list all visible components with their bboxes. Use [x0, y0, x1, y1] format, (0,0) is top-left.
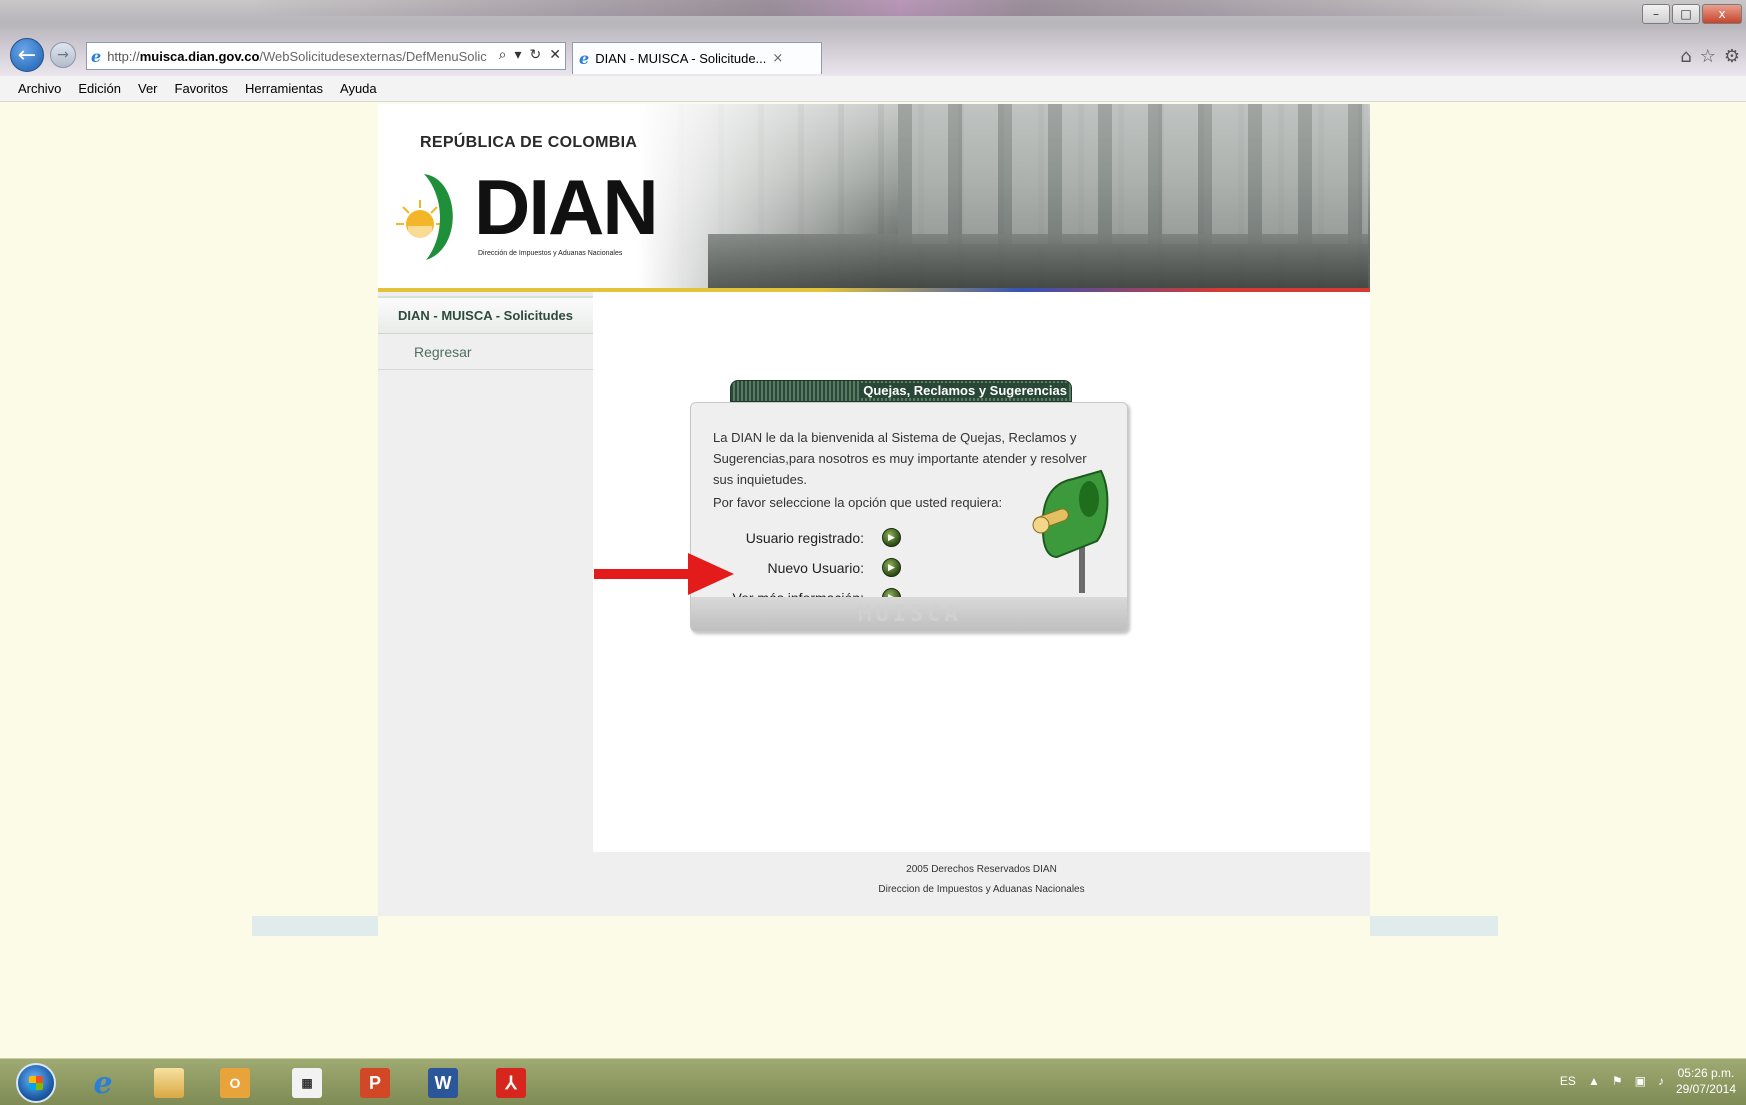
taskbar-file-explorer[interactable] [140, 1063, 198, 1103]
dian-logo-icon [396, 174, 453, 260]
site-banner: REPÚBLICA DE COLOMBIA DIAN Dirección de … [378, 104, 1370, 292]
taskbar-acrobat[interactable]: ⅄ [482, 1063, 540, 1103]
ie-page-icon: e [91, 46, 102, 66]
outlook-icon: O [220, 1068, 250, 1098]
clock[interactable]: 05:26 p.m. 29/07/2014 [1676, 1065, 1736, 1097]
clock-time: 05:26 p.m. [1677, 1066, 1735, 1080]
option-label: Nuevo Usuario: [767, 559, 865, 576]
back-button[interactable]: ← [10, 38, 44, 72]
powerpoint-icon: P [360, 1068, 390, 1098]
address-actions: ⌕ ▾ ↻ ✕ [499, 47, 561, 63]
folder-icon [154, 1068, 184, 1098]
option-label: Usuario registrado: [745, 529, 864, 546]
menu-archivo[interactable]: Archivo [18, 81, 61, 96]
taskbar-outlook[interactable]: O [206, 1063, 264, 1103]
panel-body: La DIAN le da la bienvenida al Sistema d… [690, 402, 1128, 632]
option-nuevo-usuario: Nuevo Usuario: ▶ [767, 558, 901, 577]
volume-icon[interactable]: ♪ [1658, 1074, 1664, 1088]
action-center-icon[interactable]: ⚑ [1612, 1074, 1623, 1088]
internet-explorer-icon: e [93, 1065, 113, 1101]
taskbar-powerpoint[interactable]: P [346, 1063, 404, 1103]
page-right-strip [1370, 916, 1498, 936]
tab-close-icon[interactable]: × [772, 51, 783, 66]
panel-title: Quejas, Reclamos y Sugerencias [859, 383, 1067, 398]
menu-favoritos[interactable]: Favoritos [175, 81, 228, 96]
maximize-button[interactable]: □ [1672, 4, 1700, 24]
banner-crowd [708, 234, 1368, 290]
forward-button[interactable]: → [50, 42, 76, 68]
close-window-button[interactable]: x [1702, 4, 1742, 24]
system-tray: ES ▲ ⚑ ▣ ♪ 05:26 p.m. 29/07/2014 [1560, 1065, 1736, 1097]
site-footer: 2005 Derechos Reservados DIAN Direccion … [593, 852, 1370, 916]
banner-building [898, 104, 1368, 244]
tab-title: DIAN - MUISCA - Solicitude... [595, 51, 767, 66]
minimize-button[interactable]: – [1642, 4, 1670, 24]
url-host: muisca.dian.gov.co [139, 48, 260, 64]
menu-herramientas[interactable]: Herramientas [245, 81, 323, 96]
sidebar: DIAN - MUISCA - Solicitudes Regresar [378, 292, 593, 916]
settings-icon[interactable]: ⚙ [1724, 46, 1740, 67]
start-button[interactable] [16, 1063, 56, 1103]
page-left-strip [252, 916, 378, 936]
republic-title: REPÚBLICA DE COLOMBIA [420, 134, 638, 151]
red-arrow-annotation-icon [594, 553, 734, 595]
sidebar-title: DIAN - MUISCA - Solicitudes [378, 296, 593, 334]
taskbar-word[interactable]: W [414, 1063, 472, 1103]
panel-header: Quejas, Reclamos y Sugerencias [730, 380, 1072, 402]
acrobat-icon: ⅄ [496, 1068, 526, 1098]
browser-toolbar-icons: ⌂ ☆ ⚙ [1680, 46, 1740, 67]
footer-entity: Direccion de Impuestos y Aduanas Naciona… [878, 884, 1085, 895]
address-bar[interactable]: e http:// muisca.dian.gov.co /WebSolicit… [86, 42, 566, 70]
calendar-icon: ▦ [292, 1068, 322, 1098]
taskbar-internet-explorer[interactable]: e [74, 1063, 132, 1103]
sidebar-item-regresar[interactable]: Regresar [378, 334, 593, 370]
muisca-brand: MUISCA [691, 597, 1127, 631]
option-usuario-registrado: Usuario registrado: ▶ [746, 528, 901, 547]
tab-dian-muisca[interactable]: e DIAN - MUISCA - Solicitude... × [572, 42, 822, 74]
dian-logo-subtitle: Dirección de Impuestos y Aduanas Naciona… [478, 250, 623, 257]
network-icon[interactable]: ▣ [1635, 1074, 1646, 1088]
refresh-icon[interactable]: ↻ [530, 47, 542, 63]
stop-icon[interactable]: ✕ [549, 47, 561, 63]
home-icon[interactable]: ⌂ [1680, 46, 1691, 67]
ie-tab-icon: e [579, 49, 590, 68]
window-controls: – □ x [1642, 4, 1742, 24]
menu-ayuda[interactable]: Ayuda [340, 81, 377, 96]
show-hidden-icons-icon[interactable]: ▲ [1588, 1074, 1600, 1088]
windows-taskbar: e O ▦ P W ⅄ ES ▲ ⚑ ▣ ♪ 05:26 p.m. 29/07/… [0, 1058, 1746, 1105]
dian-logo-text: DIAN [474, 163, 659, 251]
go-arrow-icon[interactable]: ▶ [882, 558, 901, 577]
dian-site: REPÚBLICA DE COLOMBIA DIAN Dirección de … [378, 104, 1370, 916]
selection-prompt: Por favor seleccione la opción que usted… [713, 495, 1003, 510]
mailbox-icon [1032, 469, 1109, 593]
language-indicator[interactable]: ES [1560, 1074, 1576, 1088]
favorites-icon[interactable]: ☆ [1700, 46, 1716, 67]
footer-rights: 2005 Derechos Reservados DIAN [906, 864, 1057, 875]
menu-ver[interactable]: Ver [138, 81, 158, 96]
clock-date: 29/07/2014 [1675, 1082, 1736, 1096]
word-icon: W [428, 1068, 458, 1098]
go-arrow-icon[interactable]: ▶ [882, 528, 901, 547]
url-protocol: http:// [107, 48, 140, 64]
search-icon[interactable]: ⌕ [499, 47, 507, 63]
qrs-panel: Quejas, Reclamos y Sugerencias La DIAN l… [690, 380, 1128, 632]
browser-titlebar: – □ x ← → e http:// muisca.dian.gov.co /… [0, 0, 1746, 76]
dropdown-icon[interactable]: ▾ [515, 47, 522, 63]
menu-bar: Archivo Edición Ver Favoritos Herramient… [0, 76, 1746, 102]
url-path: /WebSolicitudesexternas/DefMenuSolic [259, 48, 487, 64]
taskbar-calendar[interactable]: ▦ [278, 1063, 336, 1103]
menu-edicion[interactable]: Edición [78, 81, 121, 96]
